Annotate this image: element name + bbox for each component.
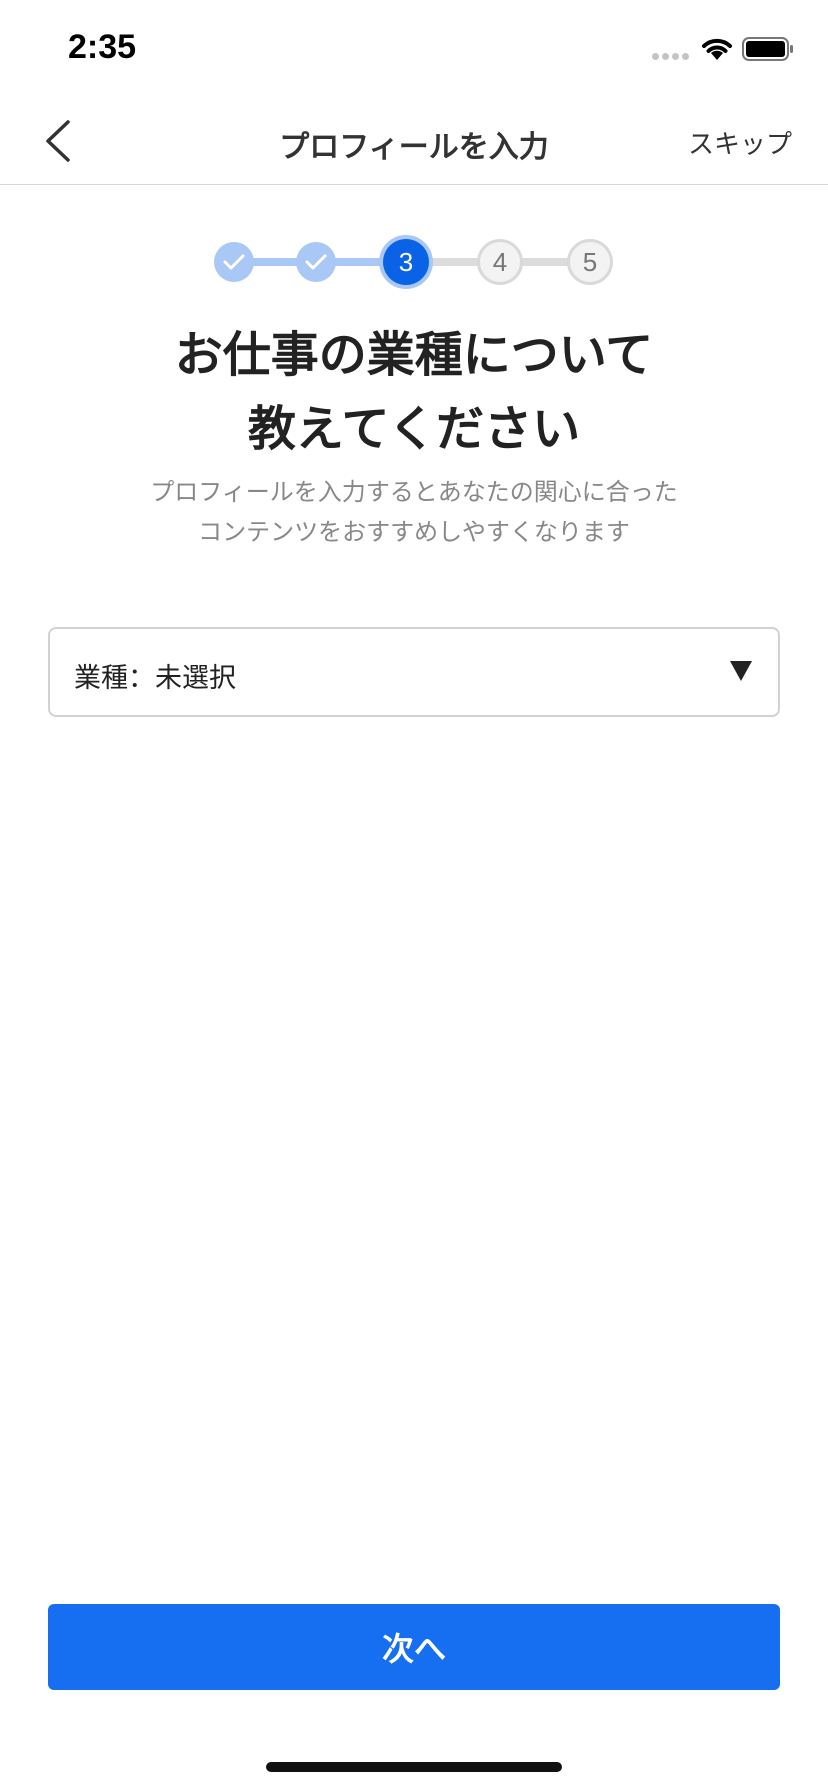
home-indicator xyxy=(266,1762,562,1772)
battery-icon xyxy=(742,37,793,61)
next-button[interactable]: 次へ xyxy=(48,1604,780,1690)
page-description: プロフィールを入力するとあなたの関心に合った コンテンツをおすすめしやすくなりま… xyxy=(0,472,828,552)
check-icon xyxy=(223,254,245,270)
heading-line-1: お仕事の業種について xyxy=(174,327,654,383)
page-heading: お仕事の業種について 教えてください xyxy=(0,318,828,466)
signal-dots-icon xyxy=(652,53,689,60)
industry-select[interactable]: 業種：未選択 xyxy=(48,627,780,717)
progress-stepper: 3 4 5 xyxy=(0,232,828,292)
industry-select-value: 業種：未選択 xyxy=(74,663,236,694)
skip-button[interactable]: スキップ xyxy=(688,124,792,161)
nav-bar: プロフィールを入力 スキップ xyxy=(0,100,828,185)
step-2-done xyxy=(296,242,336,282)
description-line-1: プロフィールを入力するとあなたの関心に合った xyxy=(150,478,678,506)
heading-line-2: 教えてください xyxy=(247,401,581,457)
triangle-down-icon xyxy=(730,661,752,681)
wifi-icon xyxy=(702,38,732,60)
step-4: 4 xyxy=(477,239,523,285)
status-bar: 2:35 xyxy=(0,0,828,100)
description-line-2: コンテンツをおすすめしやすくなります xyxy=(198,518,630,546)
check-icon xyxy=(305,254,327,270)
status-time: 2:35 xyxy=(68,28,137,66)
step-1-done xyxy=(214,242,254,282)
step-3-current: 3 xyxy=(383,239,429,285)
step-5: 5 xyxy=(567,239,613,285)
